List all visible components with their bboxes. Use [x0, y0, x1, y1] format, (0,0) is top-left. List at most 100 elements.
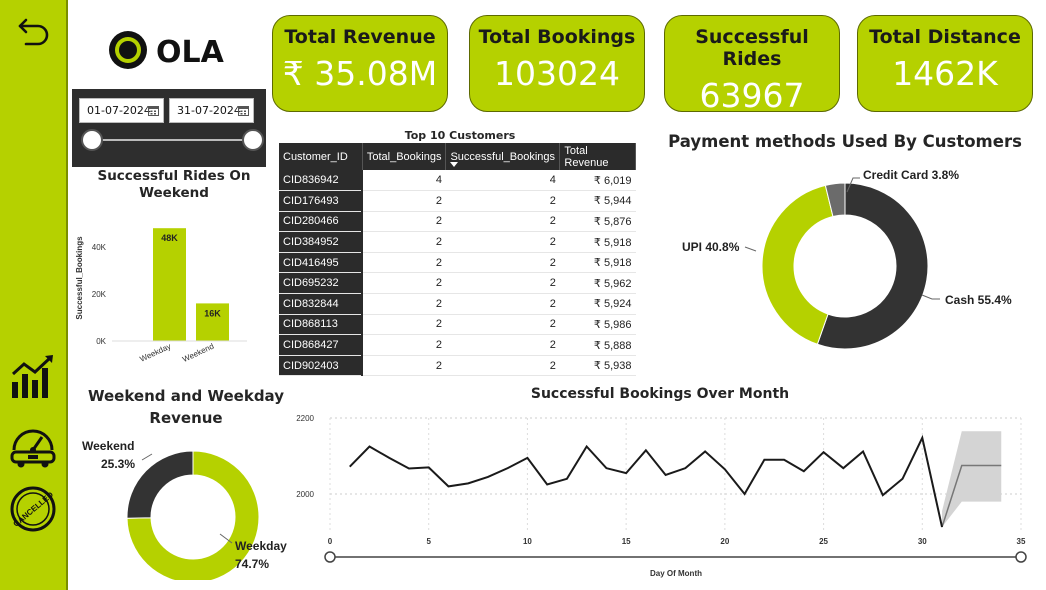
top-customers-title: Top 10 Customers [404, 129, 516, 142]
column-header-customer-id[interactable]: Customer_ID [279, 143, 363, 170]
back-arrow-icon[interactable] [12, 8, 56, 52]
line-x-axis-label: Day Of Month [650, 569, 702, 578]
cell-total-bookings: 2 [362, 190, 446, 212]
cell-customer-id: CID868113 [279, 314, 363, 336]
column-header-total-bookings[interactable]: Total_Bookings [362, 143, 447, 170]
revenue-label-weekday-name: Weekday [235, 539, 287, 553]
cell-total-bookings: 2 [362, 334, 446, 356]
payment-methods-title: Payment methods Used By Customers [668, 132, 1022, 151]
cell-successful-bookings: 2 [445, 190, 560, 212]
table-row[interactable]: CID836942 4 4 ₹ 6,019 [279, 170, 636, 192]
analytics-chart-icon[interactable] [8, 352, 58, 402]
table-row[interactable]: CID176493 2 2 ₹ 5,944 [279, 190, 636, 212]
kpi-total-revenue: Total Revenue ₹ 35.08M [272, 15, 448, 112]
x-range-slider-start-handle[interactable] [324, 551, 336, 563]
cell-successful-bookings: 2 [445, 355, 560, 377]
calendar-icon[interactable] [148, 105, 159, 116]
cell-successful-bookings: 2 [445, 211, 560, 233]
table-row[interactable]: CID695232 2 2 ₹ 5,962 [279, 272, 636, 295]
cell-successful-bookings: 2 [445, 293, 560, 315]
line-x-tick: 10 [523, 537, 532, 546]
line-y-tick: 2200 [296, 414, 314, 423]
table-row[interactable]: CID280466 2 2 ₹ 5,876 [279, 211, 636, 233]
start-date-input[interactable]: 01-07-2024 [79, 98, 164, 123]
forecast-confidence-band [942, 431, 1002, 528]
cell-total-bookings: 2 [362, 293, 446, 315]
cell-successful-bookings: 4 [445, 170, 560, 192]
kpi-title: Total Bookings [478, 26, 636, 48]
cell-successful-bookings: 2 [445, 314, 560, 336]
calendar-icon[interactable] [238, 105, 249, 116]
payment-label-cash: Cash 55.4% [945, 293, 1012, 307]
sidebar: CANCELLED [0, 0, 68, 590]
cell-total-revenue: ₹ 5,918 [559, 231, 636, 253]
cell-successful-bookings: 2 [445, 334, 560, 356]
table-column-divider [361, 170, 363, 376]
start-date-value: 01-07-2024 [87, 104, 151, 117]
line-x-tick: 35 [1017, 537, 1026, 546]
taxi-meter-icon[interactable] [8, 420, 58, 470]
cell-total-revenue: ₹ 5,962 [559, 272, 636, 295]
table-row[interactable]: CID416495 2 2 ₹ 5,918 [279, 252, 636, 274]
table-row[interactable]: CID384952 2 2 ₹ 5,918 [279, 231, 636, 253]
line-x-tick: 5 [426, 537, 431, 546]
table-row[interactable]: CID832844 2 2 ₹ 5,924 [279, 293, 636, 315]
bar-category-label: Weekend [181, 342, 215, 364]
payment-label-upi: UPI 40.8% [682, 240, 740, 254]
cell-customer-id: CID836942 [279, 170, 363, 192]
revenue-label-weekend-name: Weekend [82, 439, 134, 453]
kpi-title: Total Revenue [284, 26, 436, 48]
cell-successful-bookings: 2 [445, 272, 560, 295]
date-range-slicer: 01-07-2024 31-07-2024 [72, 89, 266, 167]
column-header-total-revenue[interactable]: Total Revenue [559, 143, 636, 170]
cell-total-bookings: 2 [362, 314, 446, 336]
kpi-value: 103024 [494, 54, 620, 93]
cell-customer-id: CID384952 [279, 231, 363, 253]
bar-data-label: 16K [204, 308, 221, 318]
table-row[interactable]: CID902403 2 2 ₹ 5,938 [279, 355, 636, 377]
cell-customer-id: CID280466 [279, 211, 363, 233]
x-range-slider-end-handle[interactable] [1015, 551, 1027, 563]
revenue-label-weekday-pct: 74.7% [235, 557, 269, 571]
bookings-series-line[interactable] [349, 434, 944, 528]
bar-y-tick: 20K [92, 290, 107, 299]
kpi-total-distance: Total Distance 1462K [857, 15, 1033, 112]
payment-methods-donut-chart: Credit Card 3.8% UPI 40.8% Cash 55.4% [682, 168, 1012, 350]
kpi-successful-rides: Successful Rides 63967 [664, 15, 840, 115]
cell-customer-id: CID902403 [279, 355, 363, 377]
table-row[interactable]: CID868427 2 2 ₹ 5,888 [279, 334, 636, 356]
cancelled-stamp-icon[interactable]: CANCELLED [8, 484, 58, 534]
end-date-value: 31-07-2024 [177, 104, 241, 117]
column-header-successful-bookings[interactable]: Successful_Bookings [445, 143, 561, 170]
table-row[interactable]: CID868113 2 2 ₹ 5,986 [279, 314, 636, 336]
cell-total-bookings: 2 [362, 252, 446, 274]
cell-total-revenue: ₹ 5,918 [559, 252, 636, 274]
end-date-input[interactable]: 31-07-2024 [169, 98, 254, 123]
cell-total-revenue: ₹ 6,019 [559, 170, 636, 192]
line-x-tick: 15 [622, 537, 631, 546]
bar-category-label: Weekday [138, 342, 172, 364]
cell-total-bookings: 2 [362, 211, 446, 233]
cell-total-bookings: 2 [362, 231, 446, 253]
monthly-bookings-line-chart: 2000 2200 0 5 10 15 20 25 30 35 Day Of Month [296, 414, 1027, 578]
kpi-title: Successful Rides [695, 26, 809, 70]
sort-descending-icon[interactable] [450, 162, 459, 167]
cell-total-revenue: ₹ 5,924 [559, 293, 636, 315]
monthly-bookings-title: Successful Bookings Over Month [530, 386, 790, 402]
cell-total-bookings: 2 [362, 272, 446, 295]
date-slider-end-handle[interactable] [242, 129, 264, 151]
revenue-split-title: Weekend and Weekday Revenue [87, 387, 284, 427]
payment-slice-upi[interactable] [761, 184, 834, 345]
date-slider-track[interactable] [90, 139, 252, 141]
cell-total-bookings: 2 [362, 355, 446, 377]
revenue-split-donut-chart: Weekend 25.3% Weekday 74.7% [82, 439, 287, 580]
cell-customer-id: CID695232 [279, 272, 363, 295]
kpi-title: Total Distance [869, 26, 1021, 48]
revenue-slice-weekend[interactable] [126, 450, 194, 519]
bar-data-label: 48K [161, 233, 178, 243]
cell-customer-id: CID176493 [279, 190, 363, 212]
line-x-tick: 20 [720, 537, 729, 546]
date-slider-start-handle[interactable] [81, 129, 103, 151]
cell-total-revenue: ₹ 5,938 [559, 355, 636, 377]
bar-weekday[interactable] [153, 228, 186, 341]
